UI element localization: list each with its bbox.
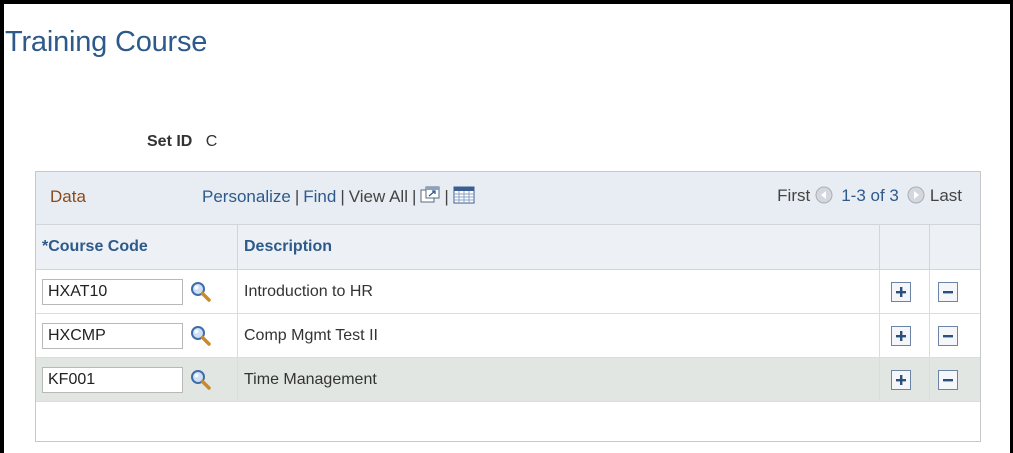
plus-icon (896, 331, 906, 341)
first-link[interactable]: First (777, 186, 810, 205)
delete-row-button[interactable] (938, 282, 958, 302)
minus-icon (943, 335, 953, 338)
cell-divider (879, 314, 880, 357)
set-id-label: Set ID (147, 133, 193, 150)
course-description: Introduction to HR (244, 283, 373, 300)
grid-pager: First 1-3 of 3 Last (777, 186, 962, 206)
add-row-button[interactable] (891, 282, 911, 302)
row-range: 1-3 of 3 (841, 186, 899, 205)
grid-links: Personalize | Find | View All | | (202, 186, 475, 209)
minus-icon (943, 291, 953, 294)
grid-title: Data (50, 187, 86, 206)
page-title: Training Course (5, 26, 208, 58)
spreadsheet-icon[interactable] (453, 186, 475, 209)
lookup-magnifier-icon[interactable] (190, 325, 212, 352)
table-row-selected: Time Management (36, 358, 980, 402)
training-course-grid: Data Personalize | Find | View All | | First 1-… (35, 171, 981, 442)
delete-row-button[interactable] (938, 326, 958, 346)
course-code-input[interactable] (42, 279, 183, 305)
cell-divider (237, 358, 238, 401)
link-separator: | (411, 187, 417, 206)
cell-divider (929, 358, 930, 401)
lookup-magnifier-icon[interactable] (190, 369, 212, 396)
column-divider (879, 225, 880, 269)
previous-arrow-icon[interactable] (815, 186, 833, 204)
link-separator: | (294, 187, 300, 206)
table-row: Comp Mgmt Test II (36, 314, 980, 358)
set-id-value: C (205, 133, 218, 150)
set-id-row: Set ID C (147, 133, 217, 151)
link-separator: | (340, 187, 345, 206)
next-arrow-icon[interactable] (907, 186, 925, 204)
column-header-row: *Course Code Description (36, 225, 980, 270)
plus-icon (896, 287, 906, 297)
cell-divider (879, 358, 880, 401)
table-row: Introduction to HR (36, 270, 980, 314)
cell-divider (929, 270, 930, 313)
plus-icon (896, 375, 906, 385)
course-code-input[interactable] (42, 323, 183, 349)
course-description: Comp Mgmt Test II (244, 327, 378, 344)
column-divider (237, 225, 238, 269)
cell-divider (879, 270, 880, 313)
cell-divider (929, 314, 930, 357)
column-divider (929, 225, 930, 269)
column-header-course-code[interactable]: *Course Code (42, 225, 148, 269)
add-row-button[interactable] (891, 326, 911, 346)
course-code-input[interactable] (42, 367, 183, 393)
new-window-icon[interactable] (420, 186, 440, 209)
lookup-magnifier-icon[interactable] (190, 281, 212, 308)
cell-divider (237, 314, 238, 357)
minus-icon (943, 379, 953, 382)
column-header-description[interactable]: Description (244, 225, 332, 269)
link-separator: | (444, 187, 449, 206)
find-link[interactable]: Find (303, 187, 336, 206)
course-description: Time Management (244, 371, 377, 388)
cell-divider (237, 270, 238, 313)
view-all-link[interactable]: View All (349, 187, 408, 206)
grid-toolbar: Data Personalize | Find | View All | | First 1-… (36, 172, 980, 225)
delete-row-button[interactable] (938, 370, 958, 390)
last-link[interactable]: Last (930, 186, 962, 205)
personalize-link[interactable]: Personalize (202, 187, 291, 206)
add-row-button[interactable] (891, 370, 911, 390)
